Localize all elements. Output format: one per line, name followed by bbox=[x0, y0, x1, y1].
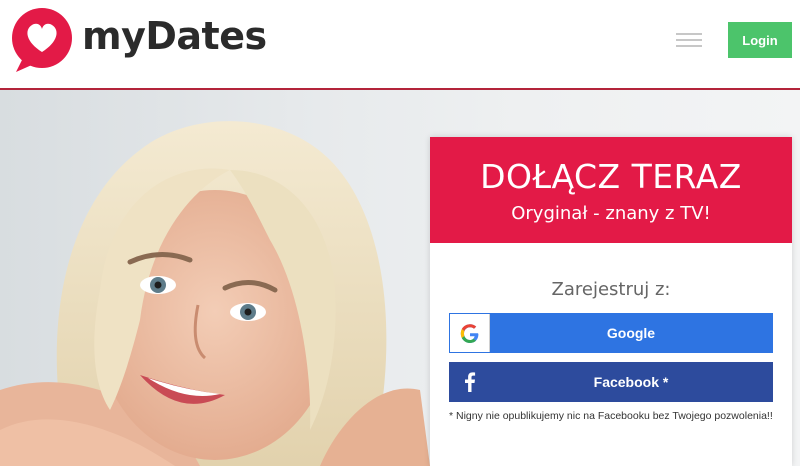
login-button[interactable]: Login bbox=[728, 22, 792, 58]
hamburger-menu-icon[interactable] bbox=[676, 31, 704, 49]
facebook-disclaimer: * Nigny nie opublikujemy nic na Facebook… bbox=[449, 410, 773, 422]
signup-subtitle: Oryginał - znany z TV! bbox=[511, 203, 711, 224]
facebook-signup-button[interactable]: Facebook * bbox=[449, 362, 773, 402]
brand-name[interactable]: myDates bbox=[82, 14, 267, 58]
google-button-label: Google bbox=[606, 325, 656, 341]
site-header: myDates Login bbox=[0, 0, 800, 88]
google-icon bbox=[450, 314, 490, 352]
register-with-label: Zarejestruj z: bbox=[551, 279, 671, 300]
signup-card: DOŁĄCZ TERAZ Oryginał - znany z TV! Zare… bbox=[430, 137, 792, 466]
heart-logo-icon[interactable] bbox=[8, 6, 78, 74]
signup-title: DOŁĄCZ TERAZ bbox=[480, 157, 742, 196]
facebook-button-label: Facebook * bbox=[593, 374, 669, 390]
facebook-icon bbox=[449, 362, 489, 402]
google-signup-button[interactable]: Google bbox=[449, 313, 773, 353]
signup-card-header: DOŁĄCZ TERAZ Oryginał - znany z TV! bbox=[430, 137, 792, 243]
